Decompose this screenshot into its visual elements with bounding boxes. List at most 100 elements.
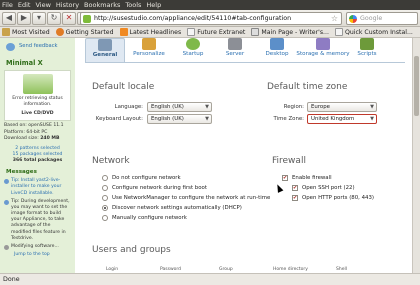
server-icon — [228, 38, 242, 50]
menu-tools[interactable]: Tools — [125, 1, 141, 9]
send-feedback-link[interactable]: Send feedback — [6, 43, 71, 51]
timezone-select[interactable]: United Kingdom ▼ — [307, 114, 377, 124]
keyboard-layout-select[interactable]: English (UK) ▼ — [147, 114, 212, 124]
modifying-item: Modifying software... — [4, 244, 71, 250]
column-group: Group — [219, 267, 233, 272]
tab-storage-memory[interactable]: Storage & memory — [293, 38, 353, 62]
chevron-down-icon: ▼ — [205, 104, 209, 110]
radio-button-selected[interactable] — [102, 205, 108, 211]
forward-button[interactable]: ▶ — [17, 11, 31, 25]
radio-button[interactable] — [102, 215, 108, 221]
check-icon[interactable]: ✔ — [292, 185, 298, 191]
tab-label: Server — [225, 51, 245, 57]
menu-edit[interactable]: Edit — [18, 1, 31, 9]
back-button[interactable]: ◀ — [2, 11, 16, 25]
network-option-none[interactable]: Do not configure network — [102, 175, 181, 181]
check-icon[interactable]: ✔ — [292, 195, 298, 201]
speech-bubble-icon — [6, 43, 15, 51]
timezone-heading: Default time zone — [267, 82, 348, 92]
language-select[interactable]: English (UK) ▼ — [147, 102, 212, 112]
menu-bookmarks[interactable]: Bookmarks — [84, 1, 120, 9]
menu-file[interactable]: File — [2, 1, 13, 9]
based-on-text: Based on: openSUSE 11.1 — [4, 123, 64, 129]
download-size-value: 240 MB — [40, 135, 60, 141]
chevron-down-icon: ▼ — [370, 116, 374, 122]
tab-scripts[interactable]: Scripts — [347, 38, 387, 62]
radio-label: Manually configure network — [112, 215, 187, 221]
radio-button[interactable] — [102, 195, 108, 201]
tab-server[interactable]: Server — [215, 38, 255, 62]
bookmark-star-icon[interactable]: ☆ — [331, 14, 338, 23]
wiki-icon — [251, 28, 260, 36]
info-icon — [4, 199, 9, 205]
language-label: Language: — [114, 104, 143, 110]
dropdown-button[interactable]: ▾ — [32, 11, 46, 25]
bookmark-label: Future Extranet — [197, 28, 246, 36]
column-shell: Shell — [336, 267, 347, 272]
jump-to-top-link[interactable]: Jump to the top — [14, 252, 71, 258]
status-text: Error retrieving status information. — [12, 95, 63, 108]
tip-item: Tip: Install yast2-live-installer to mak… — [4, 178, 71, 197]
radio-label: Discover network settings automatically … — [112, 205, 242, 211]
stop-button[interactable]: ✕ — [62, 11, 76, 25]
radio-button[interactable] — [102, 185, 108, 191]
menu-view[interactable]: View — [35, 1, 50, 9]
tab-desktop[interactable]: Desktop — [257, 38, 297, 62]
firefox-icon — [55, 28, 64, 36]
radio-button[interactable] — [102, 175, 108, 181]
appliance-card: Error retrieving status information. Liv… — [4, 69, 71, 122]
live-cd-label: Live CD/DVD — [21, 111, 54, 117]
bookmark-latest-headlines[interactable]: Latest Headlines — [119, 28, 181, 36]
folder-icon — [2, 28, 10, 36]
enable-firewall-checkbox[interactable]: ✔ Enable firewall — [282, 175, 332, 181]
checkbox-label: Open HTTP ports (80, 443) — [302, 195, 374, 201]
network-option-manual[interactable]: Manually configure network — [102, 215, 187, 221]
bookmarks-toolbar: Most Visited Getting Started Latest Head… — [0, 27, 420, 38]
tab-general[interactable]: General — [85, 38, 125, 62]
check-icon[interactable]: ✔ — [282, 175, 288, 181]
script-icon — [360, 38, 374, 50]
navigation-toolbar: ◀ ▶ ▾ ↻ ✕ ⌂ http://susestudio.com/applia… — [0, 10, 420, 27]
tip-text[interactable]: Tip: Install yast2-live-installer to mak… — [11, 178, 71, 197]
menu-history[interactable]: History — [56, 1, 79, 9]
reload-button[interactable]: ↻ — [47, 11, 61, 25]
chevron-down-icon: ▼ — [370, 104, 374, 110]
tab-startup[interactable]: Startup — [173, 38, 213, 62]
search-input[interactable]: Google — [346, 12, 418, 25]
bookmark-getting-started[interactable]: Getting Started — [55, 28, 114, 36]
page-content: Send feedback Minimal X Error retrieving… — [0, 38, 412, 273]
language-value: English (UK) — [151, 104, 184, 110]
search-placeholder: Google — [360, 15, 383, 22]
network-option-first-boot[interactable]: Configure network during first boot — [102, 185, 207, 191]
bookmark-future-extranet[interactable]: Future Extranet — [187, 28, 245, 36]
total-packages: 366 total packages — [12, 158, 63, 164]
mouse-cursor-icon — [274, 183, 284, 193]
bookmark-label: Most Visited — [12, 28, 50, 36]
tab-personalize[interactable]: Personalize — [126, 38, 172, 62]
vertical-scrollbar[interactable] — [412, 38, 420, 273]
keyboard-layout-label: Keyboard Layout: — [95, 116, 143, 122]
tab-divider — [85, 62, 405, 63]
storage-icon — [316, 38, 330, 50]
sidebar: Send feedback Minimal X Error retrieving… — [0, 38, 75, 273]
address-bar[interactable]: http://susestudio.com/appliance/edit/541… — [80, 12, 342, 25]
bookmark-main-page[interactable]: Main Page - Writer's... — [251, 28, 329, 36]
firewall-heading: Firewall — [272, 156, 306, 166]
scrollbar-thumb[interactable] — [414, 56, 419, 116]
bookmark-most-visited[interactable]: Most Visited — [2, 28, 50, 36]
keyboard-value: English (UK) — [151, 116, 184, 122]
wrench-icon — [98, 39, 112, 51]
status-text: Done — [3, 276, 20, 283]
network-option-dhcp[interactable]: Discover network settings automatically … — [102, 205, 242, 211]
menu-help[interactable]: Help — [146, 1, 161, 9]
ssh-port-checkbox[interactable]: ✔ Open SSH port (22) — [292, 185, 355, 191]
http-ports-checkbox[interactable]: ✔ Open HTTP ports (80, 443) — [292, 195, 374, 201]
tab-label: Personalize — [133, 51, 165, 57]
region-select[interactable]: Europe ▼ — [307, 102, 377, 112]
messages-heading: Messages — [6, 168, 37, 175]
reload-icon: ↻ — [50, 13, 58, 22]
config-tabs: General Personalize Startup Server Deskt… — [85, 38, 385, 62]
power-icon — [186, 38, 200, 50]
network-option-networkmanager[interactable]: Use NetworkManager to configure the netw… — [102, 195, 270, 201]
bookmark-quick-custom[interactable]: Quick Custom Instal... — [334, 28, 413, 36]
